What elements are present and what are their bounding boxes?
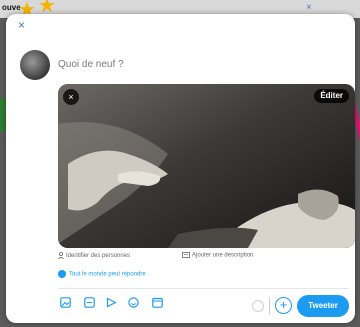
background-close-icon: × — [306, 2, 312, 13]
add-description-link[interactable]: Ajouter une description — [182, 252, 253, 259]
close-icon[interactable]: × — [18, 18, 25, 32]
person-icon — [58, 252, 64, 259]
add-tweet-button[interactable]: + — [275, 297, 292, 314]
character-count-ring — [252, 300, 264, 312]
divider — [58, 288, 349, 289]
reply-setting-button[interactable]: Tout le monde peut répondre — [58, 270, 146, 282]
toolbar-separator — [269, 297, 270, 315]
add-description-label: Ajouter une description — [192, 252, 254, 259]
attached-photo — [58, 84, 355, 248]
description-icon — [182, 252, 190, 258]
media-actions: Identifier des personnes Ajouter une des… — [58, 252, 355, 264]
gif-icon[interactable] — [84, 297, 95, 308]
compose-tweet-modal: × × Éditer Id — [6, 14, 355, 323]
image-icon[interactable] — [60, 297, 71, 308]
compose-toolbar — [58, 296, 178, 312]
edit-media-button[interactable]: Éditer — [314, 89, 349, 103]
avatar[interactable] — [20, 50, 50, 80]
emoji-icon[interactable] — [128, 297, 139, 308]
poll-icon[interactable] — [106, 297, 117, 308]
globe-icon — [58, 270, 66, 278]
remove-media-icon[interactable]: × — [63, 89, 79, 105]
tag-people-link[interactable]: Identifier des personnes — [58, 252, 130, 259]
tweet-text-input[interactable] — [58, 56, 278, 72]
tweet-button[interactable]: Tweeter — [297, 295, 349, 317]
tag-people-label: Identifier des personnes — [66, 253, 131, 260]
schedule-icon[interactable] — [152, 297, 163, 308]
reply-setting-label: Tout le monde peut répondre — [69, 271, 146, 278]
attached-media-preview: × Éditer — [58, 84, 355, 248]
